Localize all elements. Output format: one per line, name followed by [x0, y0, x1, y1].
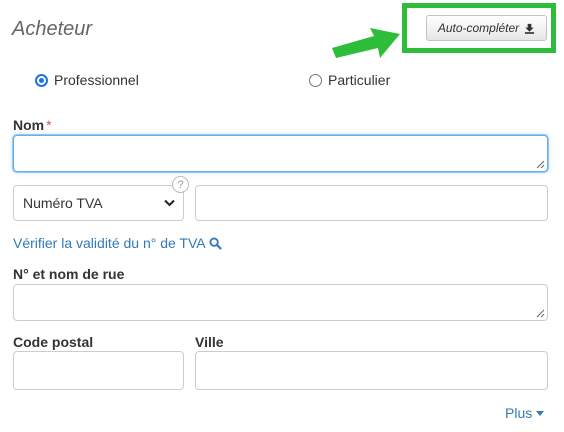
green-arrow-icon	[332, 28, 400, 58]
street-textarea[interactable]	[13, 284, 548, 321]
city-label: Ville	[195, 334, 224, 350]
caret-down-icon	[536, 410, 545, 416]
autocomplete-label: Auto-compléter	[437, 21, 520, 35]
name-label: Nom *	[13, 117, 52, 133]
help-icon[interactable]: ?	[172, 176, 189, 193]
search-icon	[209, 236, 222, 250]
name-textarea[interactable]	[13, 135, 548, 172]
postal-code-input[interactable]	[13, 351, 184, 390]
tax-id-input[interactable]	[195, 185, 548, 221]
section-title: Acheteur	[12, 18, 93, 40]
radio-particulier-label: Particulier	[328, 72, 391, 88]
verify-vat-link[interactable]: Vérifier la validité du n° de TVA	[13, 235, 222, 251]
more-link[interactable]: Plus	[505, 405, 545, 421]
radio-professionnel[interactable]: Professionnel	[35, 72, 139, 88]
autocomplete-button[interactable]: Auto-compléter	[426, 15, 547, 41]
download-icon	[525, 23, 535, 34]
postal-code-label: Code postal	[13, 334, 94, 350]
verify-vat-label: Vérifier la validité du n° de TVA	[13, 235, 206, 251]
tax-id-type-value: Numéro TVA	[23, 195, 103, 211]
radio-professionnel-control[interactable]	[35, 73, 48, 87]
more-label: Plus	[505, 405, 533, 421]
resize-handle-icon[interactable]	[536, 309, 545, 318]
radio-particulier-control[interactable]	[309, 73, 322, 87]
radio-professionnel-label: Professionnel	[54, 72, 139, 88]
required-mark: *	[46, 117, 52, 133]
chevron-down-icon	[164, 199, 175, 207]
street-label: N° et nom de rue	[13, 266, 125, 282]
city-input[interactable]	[195, 351, 548, 390]
tax-id-type-select[interactable]: Numéro TVA	[13, 185, 184, 221]
resize-handle-icon[interactable]	[536, 160, 545, 169]
radio-particulier[interactable]: Particulier	[309, 72, 390, 88]
